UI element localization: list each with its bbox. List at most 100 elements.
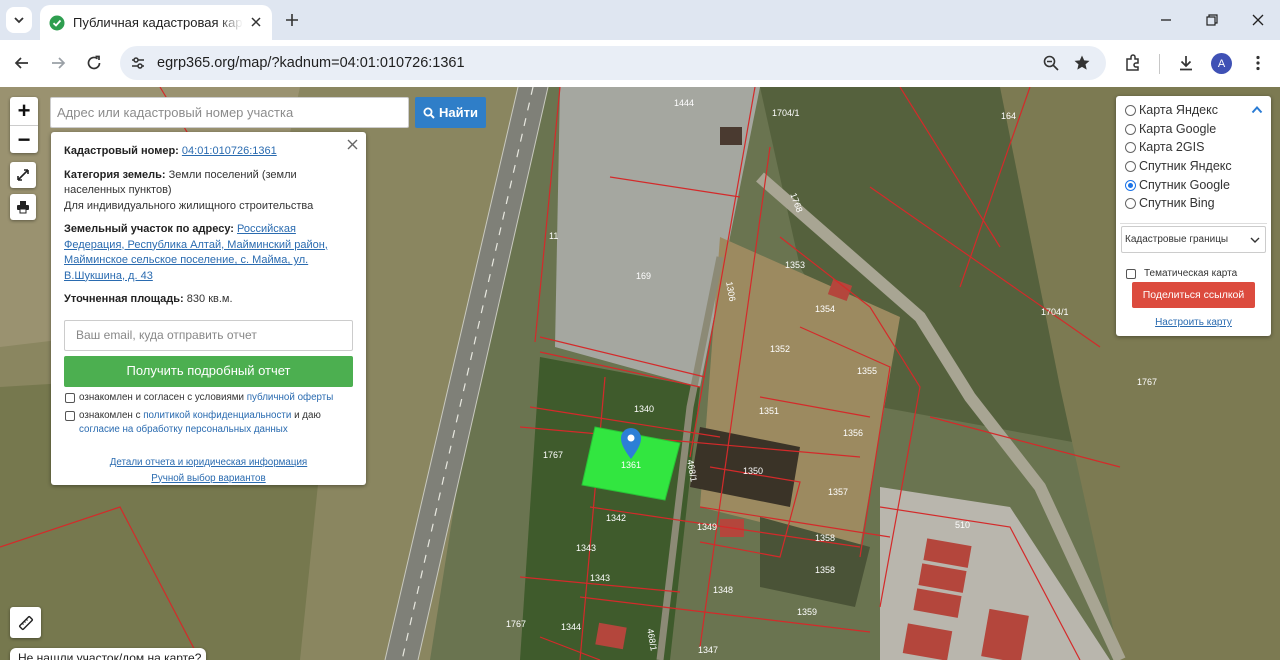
parcel-label[interactable]: 1351	[759, 406, 779, 416]
site-settings-icon[interactable]	[129, 54, 147, 72]
privacy-consent-checkbox[interactable]	[65, 410, 75, 421]
parcel-label[interactable]: 1353	[785, 260, 805, 270]
parcel-label[interactable]: 1349	[697, 522, 717, 532]
forward-arrow-icon[interactable]	[48, 53, 68, 73]
radio-button[interactable]	[1125, 197, 1136, 209]
download-icon[interactable]	[1176, 53, 1196, 73]
parcel-label[interactable]: 1340	[634, 404, 654, 414]
fullscreen-button[interactable]	[10, 162, 36, 188]
parcel-label[interactable]: 11	[549, 231, 558, 241]
reload-icon[interactable]	[84, 53, 104, 73]
parcel-label[interactable]: 1354	[815, 304, 835, 314]
cad-number-label: Кадастровый номер:	[64, 145, 179, 157]
report-details-link[interactable]: Детали отчета и юридическая информация	[110, 457, 307, 468]
active-tab[interactable]: Публичная кадастровая карта	[40, 5, 272, 40]
radio-button[interactable]	[1125, 141, 1136, 153]
email-field[interactable]	[64, 319, 353, 351]
chevron-up-icon[interactable]	[1251, 104, 1263, 116]
personal-data-consent-link[interactable]: согласие на обработку персональных данны…	[79, 424, 288, 435]
measure-button[interactable]	[10, 607, 41, 638]
layer-label: Спутник Google	[1139, 178, 1230, 192]
parcel-label[interactable]: 1344	[561, 622, 581, 632]
zoom-out-button[interactable]: −	[10, 125, 38, 153]
thematic-map-checkbox[interactable]	[1126, 268, 1136, 279]
parcel-label[interactable]: 1767	[1137, 377, 1157, 387]
layer-label: Карта Google	[1139, 122, 1217, 136]
radio-button[interactable]	[1125, 160, 1136, 172]
parcel-label[interactable]: 1768	[788, 192, 804, 214]
layer-label: Карта Яндекс	[1139, 103, 1218, 117]
new-tab-icon[interactable]	[283, 11, 301, 29]
parcel-label[interactable]: 1352	[770, 344, 790, 354]
layer-option-bing-satellite[interactable]: Спутник Bing	[1125, 196, 1215, 210]
parcel-label[interactable]: 510	[955, 520, 970, 530]
parcel-label[interactable]: 1358	[815, 533, 835, 543]
parcel-label[interactable]: 1350	[743, 466, 763, 476]
parcel-label[interactable]: 1359	[797, 607, 817, 617]
radio-button[interactable]	[1125, 104, 1136, 116]
layer-option-yandex-map[interactable]: Карта Яндекс	[1125, 103, 1218, 117]
manual-selection-link[interactable]: Ручной выбор вариантов	[151, 473, 265, 484]
close-icon[interactable]	[248, 14, 264, 30]
parcel-label[interactable]: 468/1	[645, 628, 659, 652]
address-search-input[interactable]	[50, 97, 409, 128]
thematic-map-row[interactable]: Тематическая карта	[1126, 268, 1237, 279]
category-row: Категория земель: Земли поселений (земли…	[64, 168, 353, 215]
address-bar[interactable]: egrp365.org/map/?kadnum=04:01:010726:136…	[120, 46, 1106, 80]
share-link-button[interactable]: Поделиться ссылкой	[1132, 282, 1255, 308]
parcel-label[interactable]: 1355	[857, 366, 877, 376]
radio-button-selected[interactable]	[1125, 179, 1136, 191]
extensions-puzzle-icon[interactable]	[1123, 53, 1143, 73]
restore-icon[interactable]	[1203, 11, 1221, 29]
parcel-label[interactable]: 1704/1	[772, 108, 800, 118]
parcel-label[interactable]: 1357	[828, 487, 848, 497]
not-found-hint[interactable]: Не нашли участок/дом на карте?	[10, 648, 206, 660]
profile-avatar[interactable]: A	[1211, 53, 1232, 74]
cadastral-map[interactable]: 1444 1704/1 164 1767 169 11 1353 1354 13…	[0, 87, 1280, 660]
parcel-label[interactable]: 1343	[590, 573, 610, 583]
offer-consent-checkbox[interactable]	[65, 392, 75, 403]
parcel-label[interactable]: 1343	[576, 543, 596, 553]
overlay-select[interactable]: Кадастровые границы	[1121, 226, 1266, 253]
search-icon	[423, 107, 435, 119]
parcel-label[interactable]: 468/1	[685, 459, 699, 483]
parcel-label[interactable]: 1767	[543, 450, 563, 460]
layer-option-2gis-map[interactable]: Карта 2GIS	[1125, 140, 1204, 154]
more-menu-icon[interactable]	[1248, 53, 1268, 73]
zoom-in-button[interactable]: +	[10, 97, 38, 125]
search-button[interactable]: Найти	[415, 97, 486, 128]
expand-icon	[17, 169, 29, 181]
chevron-down-icon	[14, 17, 24, 24]
parcel-label[interactable]: 1444	[674, 98, 694, 108]
parcel-label[interactable]: 1347	[698, 645, 718, 655]
privacy-policy-link[interactable]: политикой конфиденциальности	[143, 410, 291, 421]
parcel-label[interactable]: 1358	[815, 565, 835, 575]
back-arrow-icon[interactable]	[12, 53, 32, 73]
thematic-map-label: Тематическая карта	[1144, 268, 1238, 279]
cad-number-link[interactable]: 04:01:010726:1361	[182, 145, 277, 157]
parcel-label[interactable]: 1348	[713, 585, 733, 595]
zoom-icon[interactable]	[1042, 54, 1060, 72]
parcel-label[interactable]: 1356	[843, 428, 863, 438]
parcel-label[interactable]: 1306	[724, 281, 737, 302]
bookmark-star-icon[interactable]	[1072, 53, 1092, 73]
parcel-label[interactable]: 1767	[506, 619, 526, 629]
layer-option-google-map[interactable]: Карта Google	[1125, 122, 1216, 136]
layer-option-google-satellite[interactable]: Спутник Google	[1125, 178, 1230, 192]
close-window-icon[interactable]	[1249, 11, 1267, 29]
parcel-label[interactable]: 1704/1	[1041, 307, 1069, 317]
ruler-icon	[18, 615, 33, 630]
print-button[interactable]	[10, 194, 36, 220]
minimize-icon[interactable]	[1157, 11, 1175, 29]
parcel-label[interactable]: 1342	[606, 513, 626, 523]
parcel-label[interactable]: 169	[636, 271, 651, 281]
configure-map-link[interactable]: Настроить карту	[1116, 317, 1271, 328]
parcel-label[interactable]: 1361	[621, 460, 641, 470]
radio-button[interactable]	[1125, 123, 1136, 135]
public-offer-link[interactable]: публичной оферты	[247, 392, 334, 403]
close-icon[interactable]	[346, 138, 359, 151]
parcel-label[interactable]: 164	[1001, 111, 1016, 121]
layer-option-yandex-satellite[interactable]: Спутник Яндекс	[1125, 159, 1232, 173]
get-report-button[interactable]: Получить подробный отчет	[64, 355, 353, 387]
tab-search-button[interactable]	[6, 7, 32, 33]
